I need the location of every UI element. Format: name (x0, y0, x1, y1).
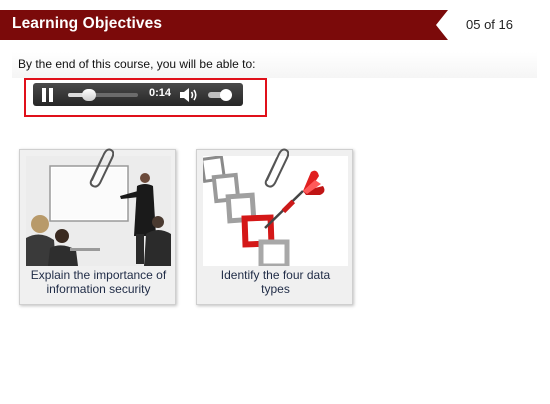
pause-icon (42, 88, 46, 102)
paperclip-icon (259, 146, 290, 188)
page-title: Learning Objectives (12, 15, 163, 32)
objective-card-1[interactable]: Explain the importance of information se… (19, 146, 176, 305)
volume-handle[interactable] (220, 89, 232, 101)
page-counter: 05 of 16 (466, 17, 513, 32)
intro-text: By the end of this course, you will be a… (18, 57, 256, 71)
objective-caption-1: Explain the importance of information se… (30, 268, 167, 296)
header: Learning Objectives 05 of 16 (0, 10, 550, 40)
seek-handle[interactable] (82, 89, 96, 101)
audio-player: 0:14 (33, 83, 243, 106)
speaker-icon[interactable] (179, 87, 199, 103)
objective-card-2[interactable]: Identify the four data types (196, 146, 353, 305)
pause-button[interactable] (42, 88, 55, 102)
pause-icon-bar (49, 88, 53, 102)
objective-caption-2: Identify the four data types (220, 268, 331, 296)
paperclip-icon (84, 146, 115, 188)
time-label: 0:14 (149, 87, 172, 99)
volume-slider[interactable] (208, 89, 232, 101)
seek-bar[interactable] (68, 89, 138, 101)
